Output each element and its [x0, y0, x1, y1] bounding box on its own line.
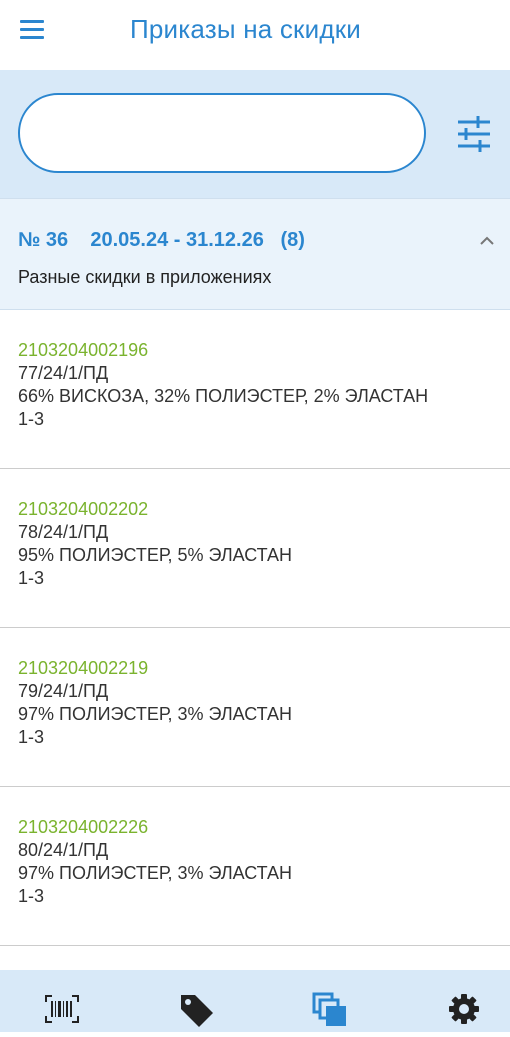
- order-count: (8): [280, 229, 305, 251]
- product-list: 2103204002196 77/24/1/ПД 66% ВИСКОЗА, 32…: [0, 310, 510, 946]
- list-item[interactable]: 2103204002219 79/24/1/ПД 97% ПОЛИЭСТЕР, …: [0, 628, 510, 787]
- item-barcode: 2103204002219: [18, 658, 149, 678]
- item-composition: 97% ПОЛИЭСТЕР, 3% ЭЛАСТАН: [18, 863, 293, 883]
- item-range: 1-3: [18, 886, 45, 906]
- item-barcode: 2103204002196: [18, 340, 149, 360]
- item-composition: 97% ПОЛИЭСТЕР, 3% ЭЛАСТАН: [18, 704, 293, 724]
- list-item[interactable]: 2103204002202 78/24/1/ПД 95% ПОЛИЭСТЕР, …: [0, 469, 510, 628]
- page-title: Приказы на скидки: [130, 14, 362, 44]
- order-description: Разные скидки в приложениях: [18, 267, 272, 287]
- hamburger-menu-icon[interactable]: [20, 20, 44, 40]
- item-article: 79/24/1/ПД: [18, 681, 109, 701]
- list-item[interactable]: 2103204002226 80/24/1/ПД 97% ПОЛИЭСТЕР, …: [0, 787, 510, 946]
- item-barcode: 2103204002226: [18, 817, 149, 837]
- chevron-up-icon[interactable]: [478, 233, 496, 247]
- order-group-header[interactable]: № 36 20.05.24 - 31.12.26 (8) Разные скид…: [0, 198, 510, 310]
- item-composition: 95% ПОЛИЭСТЕР, 5% ЭЛАСТАН: [18, 545, 293, 565]
- settings-gear-icon[interactable]: [447, 992, 487, 1032]
- search-bar-area: [0, 70, 510, 198]
- order-period: 20.05.24 - 31.12.26: [90, 229, 264, 251]
- order-number: № 36: [18, 229, 69, 251]
- barcode-scanner-icon[interactable]: [42, 992, 82, 1032]
- item-range: 1-3: [18, 409, 45, 429]
- item-article: 80/24/1/ПД: [18, 840, 109, 860]
- item-article: 77/24/1/ПД: [18, 363, 109, 383]
- item-range: 1-3: [18, 727, 45, 747]
- bottom-navigation: [0, 970, 510, 1032]
- order-title-line: № 36 20.05.24 - 31.12.26 (8): [18, 229, 305, 252]
- item-composition: 66% ВИСКОЗА, 32% ПОЛИЭСТЕР, 2% ЭЛАСТАН: [18, 386, 429, 406]
- item-article: 78/24/1/ПД: [18, 522, 109, 542]
- copy-documents-icon[interactable]: [312, 992, 352, 1032]
- list-item[interactable]: 2103204002196 77/24/1/ПД 66% ВИСКОЗА, 32…: [0, 310, 510, 469]
- item-barcode: 2103204002202: [18, 499, 149, 519]
- app-bar: Приказы на скидки: [0, 0, 510, 70]
- search-input[interactable]: [18, 93, 426, 173]
- price-tag-icon[interactable]: [178, 992, 218, 1032]
- item-range: 1-3: [18, 568, 45, 588]
- filter-sliders-icon[interactable]: [452, 114, 496, 154]
